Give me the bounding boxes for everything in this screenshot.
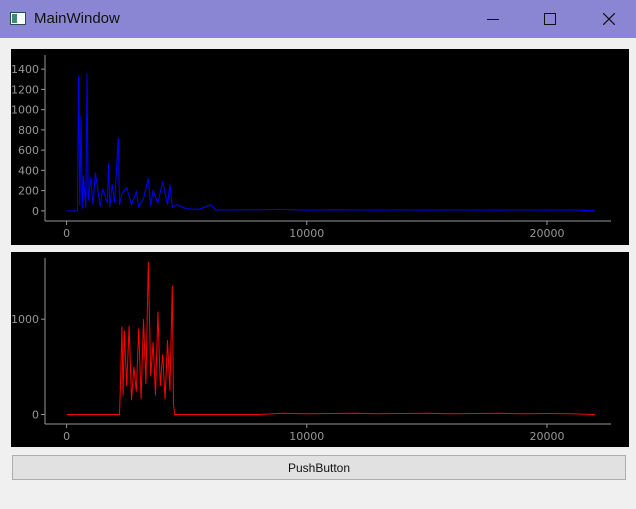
x-tick-label: 10000 xyxy=(289,430,324,443)
app-window-icon xyxy=(10,12,26,25)
x-tick-label: 10000 xyxy=(289,227,324,240)
window-title: MainWindow xyxy=(34,10,120,27)
blue-line-chart: 0 200 400 600 800 1000 1200 1400 0 10000 20000 xyxy=(11,55,611,240)
title-bar: MainWindow xyxy=(0,0,636,38)
push-button[interactable]: PushButton xyxy=(12,455,626,480)
maximize-icon xyxy=(544,13,556,25)
spectrum-plot-blue[interactable]: 0 200 400 600 800 1000 1200 1400 0 10000 20000 xyxy=(11,49,629,245)
push-button-label: PushButton xyxy=(287,460,351,475)
x-tick-label: 20000 xyxy=(529,430,564,443)
maximize-button[interactable] xyxy=(527,0,573,38)
close-button[interactable] xyxy=(586,0,632,38)
y-tick-label: 600 xyxy=(18,144,39,157)
y-tick-label: 0 xyxy=(32,205,39,218)
y-tick-label: 200 xyxy=(18,185,39,198)
y-tick-label: 0 xyxy=(32,408,39,421)
y-tick-label: 1400 xyxy=(11,63,39,76)
data-series-line xyxy=(66,261,596,415)
minimize-button[interactable] xyxy=(470,0,516,38)
x-tick-label: 0 xyxy=(63,227,70,240)
y-tick-label: 1200 xyxy=(11,83,39,96)
close-icon xyxy=(603,13,615,25)
red-line-chart: 010000 10000 20000 xyxy=(11,258,611,443)
data-series-line xyxy=(66,73,596,212)
y-tick-label: 400 xyxy=(18,164,39,177)
spectrum-plot-red[interactable]: 0 1000 0 10000 20000 xyxy=(11,252,629,447)
x-tick-label: 20000 xyxy=(529,227,564,240)
minimize-icon xyxy=(487,19,499,20)
y-tick-label: 800 xyxy=(18,124,39,137)
y-tick-label: 1000 xyxy=(11,104,39,117)
y-tick-label: 1000 xyxy=(11,313,39,326)
x-tick-label: 0 xyxy=(63,430,70,443)
